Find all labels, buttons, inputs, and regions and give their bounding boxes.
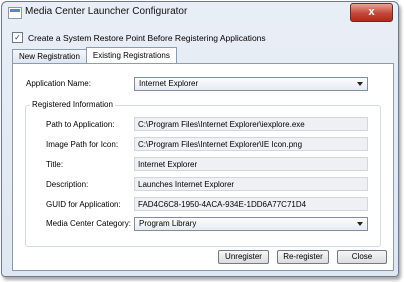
title-bar[interactable]: Media Center Launcher Configurator x [2, 2, 398, 24]
description-field[interactable]: Launches Internet Explorer [134, 177, 368, 191]
restore-point-label: Create a System Restore Point Before Reg… [28, 32, 266, 43]
guid-field[interactable]: FAD4C6C8-1950-4ACA-934E-1DD6A77C71D4 [134, 197, 368, 211]
title-field[interactable]: Internet Explorer [134, 157, 368, 171]
app-window-icon [8, 7, 22, 19]
app-name-select[interactable]: Internet Explorer [134, 77, 368, 91]
guid-label: GUID for Application: [46, 200, 121, 209]
app-name-label: Application Name: [26, 79, 91, 88]
window-title: Media Center Launcher Configurator [25, 6, 188, 17]
image-path-label: Image Path for Icon: [46, 140, 119, 149]
image-path-field[interactable]: C:\Program Files\Internet Explorer\IE Ic… [134, 137, 368, 151]
reregister-button[interactable]: Re-register [277, 250, 329, 264]
tab-new-registration[interactable]: New Registration [12, 49, 87, 63]
unregister-button[interactable]: Unregister [218, 250, 269, 264]
chevron-down-icon [357, 82, 363, 86]
restore-point-checkbox[interactable]: ✓ [12, 32, 23, 43]
registered-info-title: Registered Information [30, 100, 115, 109]
launcher-window: Media Center Launcher Configurator x ✓ C… [1, 1, 399, 277]
existing-registrations-panel: Application Name: Internet Explorer Regi… [12, 63, 394, 271]
window-close-button[interactable]: x [350, 3, 393, 22]
chevron-down-icon [357, 222, 363, 226]
category-select[interactable]: Program Library [134, 217, 368, 231]
description-label: Description: [46, 180, 89, 189]
path-label: Path to Application: [46, 120, 115, 129]
app-name-value: Internet Explorer [139, 79, 199, 88]
path-field[interactable]: C:\Program Files\Internet Explorer\iexpl… [134, 117, 368, 131]
category-label: Media Center Category: [46, 219, 131, 228]
restore-point-option[interactable]: ✓ Create a System Restore Point Before R… [12, 32, 266, 43]
title-label: Title: [46, 160, 64, 169]
category-value: Program Library [139, 219, 197, 228]
close-button[interactable]: Close [337, 250, 387, 264]
tab-strip: New Registration Existing Registrations [12, 47, 177, 63]
tab-existing-registrations[interactable]: Existing Registrations [85, 47, 177, 63]
